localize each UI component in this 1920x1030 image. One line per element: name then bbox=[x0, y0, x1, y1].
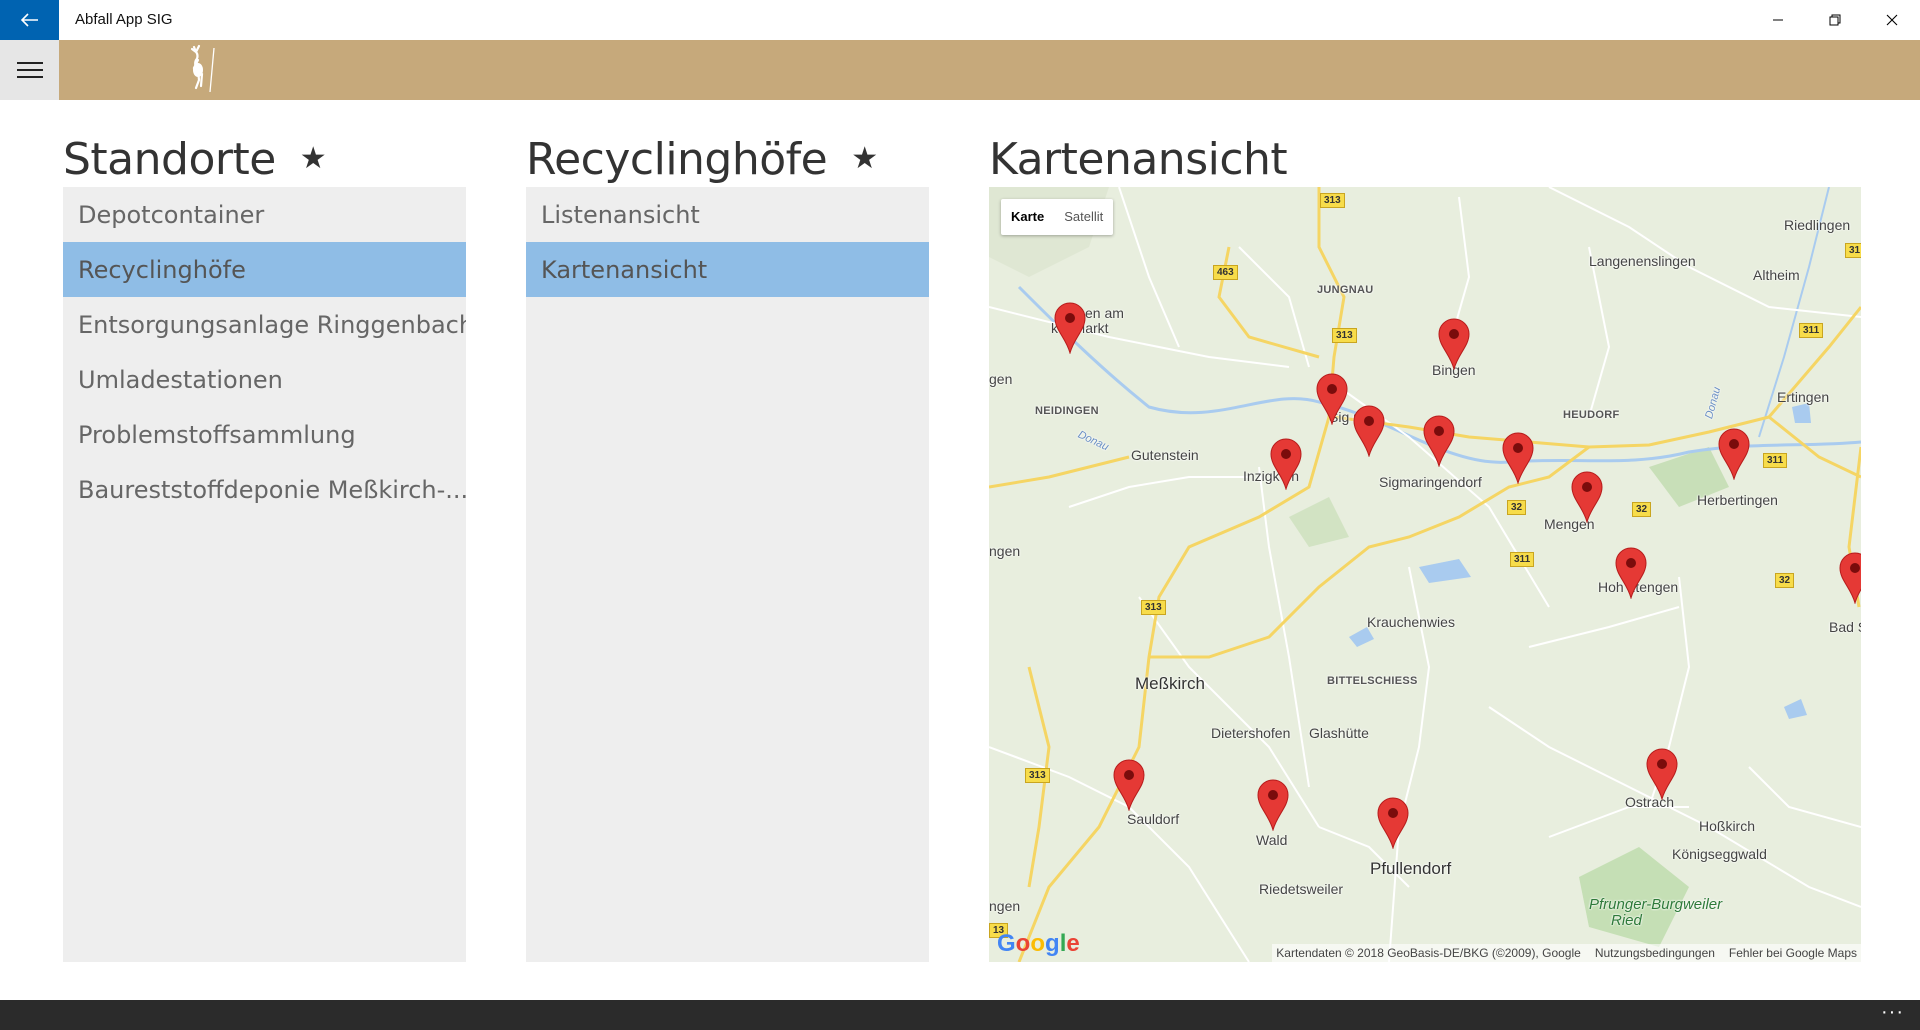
road-shield: 311 bbox=[1510, 552, 1535, 567]
app-title: Abfall App SIG bbox=[75, 11, 173, 28]
recyclinghoefe-list: Listenansicht Kartenansicht bbox=[526, 187, 929, 962]
recycling-marker-icon[interactable] bbox=[1839, 552, 1861, 604]
close-button[interactable] bbox=[1863, 0, 1920, 40]
recycling-marker-icon[interactable] bbox=[1054, 302, 1086, 354]
map-label: JUNGNAU bbox=[1317, 284, 1374, 296]
google-logo: Google bbox=[997, 930, 1080, 957]
road-shield: 311 bbox=[1763, 453, 1788, 468]
map-label: Königseggwald bbox=[1672, 846, 1767, 862]
restore-icon bbox=[1829, 14, 1840, 26]
map-type-karte[interactable]: Karte bbox=[1001, 199, 1054, 235]
back-button[interactable] bbox=[0, 0, 59, 40]
close-icon bbox=[1886, 14, 1897, 26]
road-shield: 31 bbox=[1845, 243, 1861, 258]
map-label: Gutenstein bbox=[1131, 447, 1199, 463]
map-label: Herbertingen bbox=[1697, 492, 1778, 508]
map-label: Langenenslingen bbox=[1589, 253, 1696, 269]
restore-button[interactable] bbox=[1806, 0, 1863, 40]
recycling-marker-icon[interactable] bbox=[1377, 797, 1409, 849]
list-item-baureststoffdeponie[interactable]: Baureststoffdeponie Meßkirch-... bbox=[63, 462, 466, 517]
favorite-star-icon[interactable]: ★ bbox=[851, 141, 878, 176]
recycling-marker-icon[interactable] bbox=[1257, 779, 1289, 831]
attribution-text: Kartendaten © 2018 GeoBasis-DE/BKG (©200… bbox=[1276, 946, 1581, 960]
minimize-icon bbox=[1772, 19, 1783, 21]
arrow-left-icon bbox=[20, 13, 38, 27]
map-heading: Kartenansicht bbox=[989, 134, 1288, 185]
bottom-app-bar: ··· bbox=[0, 1000, 1920, 1030]
map-label: BITTELSCHIESS bbox=[1327, 675, 1418, 687]
map-view[interactable]: Karte Satellit Riedlingen Langenenslinge… bbox=[989, 187, 1861, 962]
road-shield: 463 bbox=[1213, 265, 1238, 280]
map-label: Ried bbox=[1611, 912, 1642, 929]
favorite-star-icon[interactable]: ★ bbox=[300, 141, 327, 176]
recycling-marker-icon[interactable] bbox=[1423, 415, 1455, 467]
map-label: NEIDINGEN bbox=[1035, 405, 1099, 417]
list-item-entsorgungsanlage[interactable]: Entsorgungsanlage Ringgenbach bbox=[63, 297, 466, 352]
map-label: Sauldorf bbox=[1127, 811, 1180, 827]
recyclinghoefe-heading: Recyclinghöfe ★ bbox=[526, 134, 878, 185]
road-shield: 313 bbox=[1025, 768, 1050, 783]
recycling-marker-icon[interactable] bbox=[1113, 759, 1145, 811]
recycling-marker-icon[interactable] bbox=[1270, 438, 1302, 490]
road-shield: 313 bbox=[1141, 600, 1166, 615]
road-shield: 313 bbox=[1332, 328, 1357, 343]
map-label: Riedlingen bbox=[1784, 217, 1851, 233]
more-icon[interactable]: ··· bbox=[1881, 1002, 1904, 1022]
list-item-listenansicht[interactable]: Listenansicht bbox=[526, 187, 929, 242]
map-type-control: Karte Satellit bbox=[1001, 199, 1114, 235]
map-label: Hoßkirch bbox=[1699, 818, 1756, 834]
deer-logo-icon bbox=[190, 44, 215, 93]
title-bar: Abfall App SIG bbox=[0, 0, 1920, 40]
list-item-umladestationen[interactable]: Umladestationen bbox=[63, 352, 466, 407]
list-item-kartenansicht[interactable]: Kartenansicht bbox=[526, 242, 929, 297]
map-label: ngen bbox=[989, 898, 1021, 914]
recycling-marker-icon[interactable] bbox=[1646, 748, 1678, 800]
map-label: Riedetsweiler bbox=[1259, 881, 1344, 897]
standorte-list: Depotcontainer Recyclinghöfe Entsorgungs… bbox=[63, 187, 466, 962]
minimize-button[interactable] bbox=[1749, 0, 1806, 40]
recycling-marker-icon[interactable] bbox=[1502, 432, 1534, 484]
road-shield: 32 bbox=[1775, 573, 1795, 588]
map-label: Ertingen bbox=[1777, 389, 1830, 405]
map-label: Meßkirch bbox=[1135, 674, 1205, 693]
list-item-recyclinghoefe[interactable]: Recyclinghöfe bbox=[63, 242, 466, 297]
standorte-title: Standorte bbox=[63, 134, 276, 185]
list-item-problemstoffsammlung[interactable]: Problemstoffsammlung bbox=[63, 407, 466, 462]
report-error-link[interactable]: Fehler bei Google Maps bbox=[1729, 944, 1857, 962]
map-label: Glashütte bbox=[1309, 725, 1369, 741]
map-label: en am bbox=[1085, 305, 1124, 321]
recycling-marker-icon[interactable] bbox=[1316, 373, 1348, 425]
map-label: Dietershofen bbox=[1211, 725, 1291, 741]
standorte-heading: Standorte ★ bbox=[63, 134, 327, 185]
recycling-marker-icon[interactable] bbox=[1353, 405, 1385, 457]
map-label: Wald bbox=[1256, 832, 1288, 848]
road-shield: 32 bbox=[1507, 500, 1527, 515]
map-label: Pfullendorf bbox=[1370, 859, 1452, 878]
menu-button[interactable] bbox=[0, 40, 59, 100]
map-label: ngen bbox=[989, 543, 1021, 559]
map-label: gen bbox=[989, 371, 1013, 387]
recyclinghoefe-title: Recyclinghöfe bbox=[526, 134, 828, 185]
map-type-satellit[interactable]: Satellit bbox=[1054, 199, 1113, 235]
recycling-marker-icon[interactable] bbox=[1438, 318, 1470, 370]
road-shield: 32 bbox=[1632, 502, 1652, 517]
map-label: Krauchenwies bbox=[1367, 614, 1455, 630]
recycling-marker-icon[interactable] bbox=[1571, 471, 1603, 523]
recycling-marker-icon[interactable] bbox=[1718, 428, 1750, 480]
map-label: Sigmaringendorf bbox=[1379, 474, 1482, 490]
map-label: Altheim bbox=[1753, 267, 1800, 283]
road-shield: 313 bbox=[1320, 193, 1345, 208]
list-item-depotcontainer[interactable]: Depotcontainer bbox=[63, 187, 466, 242]
map-attribution: Kartendaten © 2018 GeoBasis-DE/BKG (©200… bbox=[1272, 944, 1861, 962]
header-band bbox=[59, 40, 1920, 100]
recycling-marker-icon[interactable] bbox=[1615, 547, 1647, 599]
terms-link[interactable]: Nutzungsbedingungen bbox=[1595, 944, 1715, 962]
hamburger-icon bbox=[16, 62, 43, 78]
map-label: Bad S bbox=[1829, 619, 1861, 635]
road-shield: 311 bbox=[1799, 323, 1824, 338]
map-label: HEUDORF bbox=[1563, 409, 1620, 421]
map-label: Pfrunger-Burgweiler bbox=[1589, 896, 1723, 913]
